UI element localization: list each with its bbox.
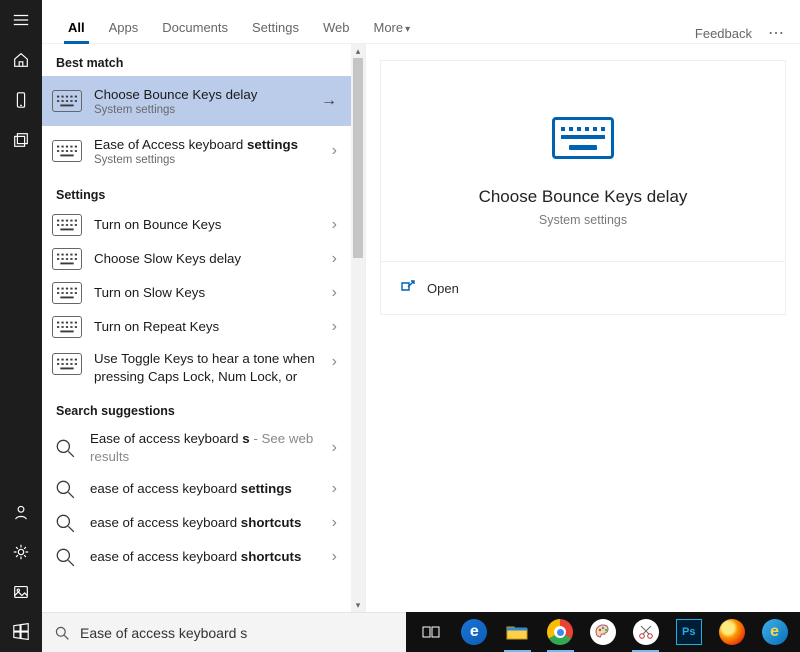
chevron-right-icon[interactable]: › (332, 284, 341, 302)
keyboard-icon (52, 140, 82, 162)
chrome-icon[interactable] (541, 616, 580, 648)
result-turn-on-slow-keys[interactable]: Turn on Slow Keys › (42, 276, 351, 310)
result-choose-slow-keys-delay[interactable]: Choose Slow Keys delay › (42, 242, 351, 276)
section-search-suggestions: Search suggestions (42, 392, 351, 424)
chevron-right-icon[interactable]: › (332, 353, 341, 371)
keyboard-icon (52, 214, 82, 236)
search-icon (54, 625, 70, 641)
chevron-right-icon[interactable]: › (332, 548, 341, 566)
preview-title: Choose Bounce Keys delay (479, 187, 688, 207)
keyboard-icon (52, 316, 82, 338)
firefox-icon[interactable] (712, 616, 751, 648)
tab-more[interactable]: More▾ (362, 10, 423, 43)
chevron-right-icon[interactable]: › (332, 318, 341, 336)
doc-stack-icon[interactable] (0, 120, 42, 160)
left-rail (0, 0, 42, 652)
section-best-match: Best match (42, 44, 351, 76)
chevron-right-icon[interactable]: › (332, 216, 341, 234)
hamburger-icon[interactable] (0, 0, 42, 40)
result-subtitle: System settings (94, 154, 320, 166)
result-title: Ease of Access keyboard settings (94, 136, 320, 154)
suggestion-shortcuts-2[interactable]: ease of access keyboard shortcuts › (42, 540, 351, 574)
preview-subtitle: System settings (539, 213, 627, 227)
result-title: Turn on Slow Keys (94, 284, 320, 302)
result-title: Choose Bounce Keys delay (94, 86, 309, 104)
ie-icon[interactable]: e (755, 616, 794, 648)
file-explorer-icon[interactable] (498, 616, 537, 648)
suggestion-text: ease of access keyboard shortcuts (90, 514, 320, 532)
tab-all[interactable]: All (56, 10, 97, 43)
scrollbar-thumb[interactable] (353, 58, 363, 258)
scroll-up-arrow-icon[interactable]: ▴ (351, 44, 365, 58)
tab-web[interactable]: Web (311, 10, 362, 43)
paint-icon[interactable] (584, 616, 623, 648)
search-text: Ease of access keyboard s (80, 625, 247, 641)
suggestion-text: ease of access keyboard settings (90, 480, 320, 498)
open-label: Open (427, 281, 459, 296)
result-subtitle: System settings (94, 104, 309, 116)
suggestion-text: ease of access keyboard shortcuts (90, 548, 320, 566)
preview-pane: Choose Bounce Keys delay System settings… (366, 44, 800, 612)
photoshop-icon[interactable]: Ps (669, 616, 708, 648)
suggestion-see-web-results[interactable]: Ease of access keyboard s - See web resu… (42, 424, 351, 472)
start-search-panel: All Apps Documents Settings Web More▾ Fe… (42, 0, 800, 652)
tab-documents[interactable]: Documents (150, 10, 240, 43)
section-settings: Settings (42, 176, 351, 208)
mobile-icon[interactable] (0, 80, 42, 120)
chevron-right-icon[interactable]: › (332, 250, 341, 268)
search-input-bar[interactable]: Ease of access keyboard s (42, 612, 406, 652)
gear-icon[interactable] (0, 532, 42, 572)
snipping-icon[interactable] (626, 616, 665, 648)
home-icon[interactable] (0, 40, 42, 80)
tab-settings[interactable]: Settings (240, 10, 311, 43)
chevron-right-icon[interactable]: › (332, 142, 341, 160)
keyboard-icon (52, 282, 82, 304)
windows-start-icon[interactable] (0, 612, 42, 652)
suggestion-settings[interactable]: ease of access keyboard settings › (42, 472, 351, 506)
result-turn-on-bounce-keys[interactable]: Turn on Bounce Keys › (42, 208, 351, 242)
search-icon (52, 437, 78, 459)
chevron-right-icon[interactable]: › (332, 514, 341, 532)
result-choose-bounce-keys-delay[interactable]: Choose Bounce Keys delay System settings… (42, 76, 351, 126)
result-toggle-keys-tone[interactable]: Use Toggle Keys to hear a tone when pres… (42, 344, 351, 392)
keyboard-icon (52, 248, 82, 270)
search-icon (52, 478, 78, 500)
result-title: Use Toggle Keys to hear a tone when pres… (94, 350, 320, 386)
result-ease-of-access-keyboard-settings[interactable]: Ease of Access keyboard settings System … (42, 126, 351, 176)
keyboard-icon (52, 353, 82, 375)
expand-arrow-icon[interactable]: → (321, 92, 341, 110)
results-list: Best match Choose Bounce Keys delay Syst… (42, 44, 366, 612)
search-icon (52, 512, 78, 534)
result-title: Turn on Bounce Keys (94, 216, 320, 234)
result-title: Choose Slow Keys delay (94, 250, 320, 268)
scroll-down-arrow-icon[interactable]: ▾ (351, 598, 365, 612)
keyboard-large-icon (552, 117, 614, 159)
edge-icon[interactable]: e (455, 616, 494, 648)
taskbar: e Ps e (406, 612, 800, 652)
tab-apps[interactable]: Apps (97, 10, 151, 43)
person-icon[interactable] (0, 492, 42, 532)
picture-icon[interactable] (0, 572, 42, 612)
suggestion-shortcuts[interactable]: ease of access keyboard shortcuts › (42, 506, 351, 540)
search-icon (52, 546, 78, 568)
open-action[interactable]: Open (399, 274, 767, 302)
feedback-link[interactable]: Feedback (695, 26, 752, 41)
suggestion-text: Ease of access keyboard s - See web resu… (90, 430, 320, 466)
result-turn-on-repeat-keys[interactable]: Turn on Repeat Keys › (42, 310, 351, 344)
filter-tabs: All Apps Documents Settings Web More▾ Fe… (42, 0, 800, 44)
results-scrollbar[interactable]: ▴ ▾ (351, 44, 365, 612)
chevron-right-icon[interactable]: › (332, 480, 341, 498)
taskview-icon[interactable] (412, 616, 451, 648)
open-icon (399, 280, 415, 296)
options-icon[interactable]: ⋯ (768, 23, 786, 43)
keyboard-icon (52, 90, 82, 112)
chevron-right-icon[interactable]: › (332, 439, 341, 457)
result-title: Turn on Repeat Keys (94, 318, 320, 336)
